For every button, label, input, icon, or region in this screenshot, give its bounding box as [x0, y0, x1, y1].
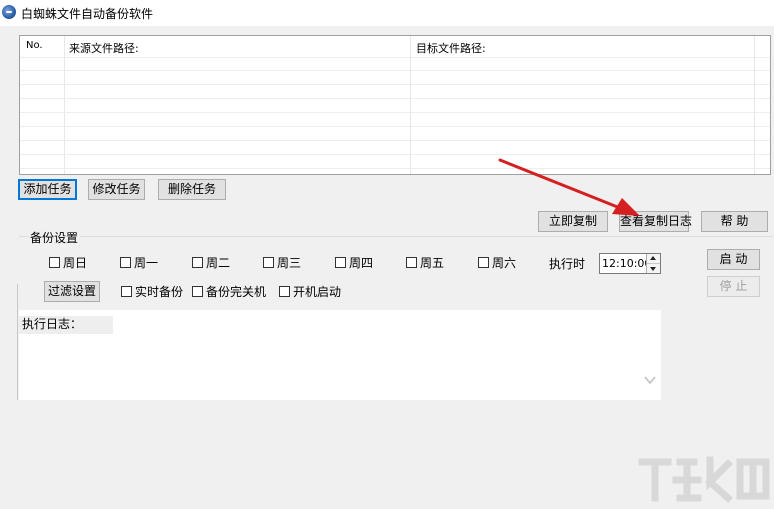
chevron-down-icon[interactable]: [644, 374, 656, 386]
exec-time-value[interactable]: 12:10:00: [602, 257, 651, 270]
backup-settings-title: 备份设置: [28, 229, 81, 246]
panel-divider: [17, 284, 18, 400]
checkbox-monday[interactable]: 周一: [120, 255, 158, 271]
checkbox-start-on-boot[interactable]: 开机启动: [279, 284, 341, 300]
app-logo-icon: [2, 5, 16, 19]
checkbox-thursday[interactable]: 周四: [335, 255, 373, 271]
exec-time-input[interactable]: 12:10:00: [599, 253, 661, 274]
stop-button[interactable]: 停 止: [707, 276, 760, 297]
column-header-no[interactable]: No.: [26, 40, 43, 51]
row-line: [20, 70, 770, 71]
checkbox-tuesday[interactable]: 周二: [192, 255, 230, 271]
help-button[interactable]: 帮 助: [701, 211, 768, 232]
task-table[interactable]: No. 来源文件路径: 目标文件路径:: [19, 35, 771, 175]
row-line: [20, 126, 770, 127]
checkbox-shutdown-after-backup[interactable]: 备份完关机: [192, 284, 266, 300]
row-line: [20, 98, 770, 99]
delete-task-button[interactable]: 删除任务: [158, 179, 226, 200]
modify-task-button[interactable]: 修改任务: [88, 179, 145, 200]
spin-down-icon[interactable]: [647, 264, 660, 273]
row-line: [20, 112, 770, 113]
row-line: [20, 57, 770, 58]
add-task-button[interactable]: 添加任务: [18, 179, 77, 200]
checkbox-friday[interactable]: 周五: [406, 255, 444, 271]
table-header: No. 来源文件路径: 目标文件路径:: [20, 36, 770, 57]
checkbox-box[interactable]: [192, 257, 203, 268]
execution-log-label: 执行日志：: [19, 316, 113, 334]
checkbox-box[interactable]: [478, 257, 489, 268]
view-copy-log-button[interactable]: 查看复制日志: [619, 211, 692, 232]
filter-settings-button[interactable]: 过滤设置: [44, 281, 100, 302]
column-header-source-path[interactable]: 来源文件路径:: [69, 40, 139, 56]
copy-now-button[interactable]: 立即复制: [538, 211, 608, 232]
checkbox-saturday[interactable]: 周六: [478, 255, 516, 271]
watermark-logo-icon: [638, 456, 770, 503]
checkbox-box[interactable]: [121, 286, 132, 297]
start-button[interactable]: 启 动: [707, 249, 760, 270]
checkbox-realtime-backup[interactable]: 实时备份: [121, 284, 183, 300]
checkbox-box[interactable]: [120, 257, 131, 268]
exec-time-label: 执行时: [549, 257, 586, 271]
spin-up-icon[interactable]: [647, 254, 660, 264]
checkbox-box[interactable]: [406, 257, 417, 268]
checkbox-box[interactable]: [279, 286, 290, 297]
window-title: 白蜘蛛文件自动备份软件: [21, 7, 154, 21]
time-spinner[interactable]: [646, 254, 660, 273]
checkbox-box[interactable]: [335, 257, 346, 268]
checkbox-box[interactable]: [192, 286, 203, 297]
checkbox-box[interactable]: [49, 257, 60, 268]
checkbox-sunday[interactable]: 周日: [49, 255, 87, 271]
checkbox-wednesday[interactable]: 周三: [263, 255, 301, 271]
title-bar: 白蜘蛛文件自动备份软件: [0, 0, 774, 26]
checkbox-box[interactable]: [263, 257, 274, 268]
execution-log-panel[interactable]: 执行日志：: [19, 310, 661, 400]
column-header-target-path[interactable]: 目标文件路径:: [416, 40, 486, 56]
row-line: [20, 154, 770, 155]
row-line: [20, 84, 770, 85]
row-line: [20, 140, 770, 141]
row-line: [20, 168, 770, 169]
